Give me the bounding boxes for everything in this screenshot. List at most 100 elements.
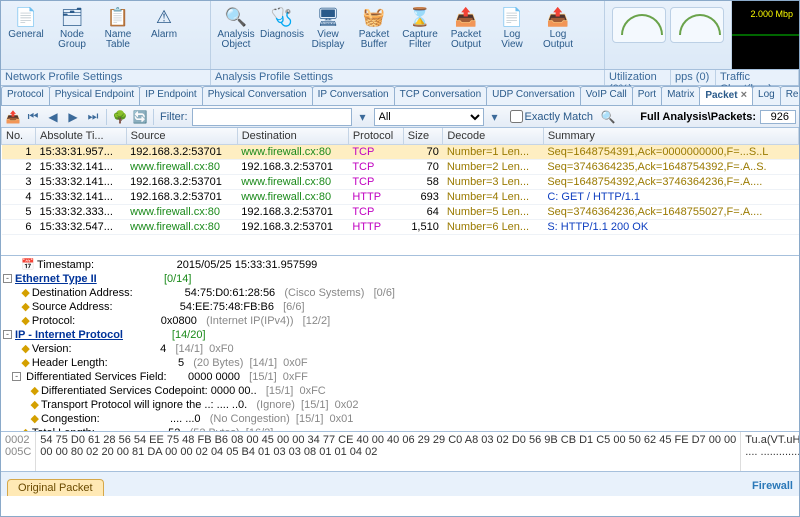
detail-row[interactable]: ◆Source Address: 54:EE:75:48:FB:B6 [6/6] xyxy=(3,300,797,314)
tab-voip-call[interactable]: VoIP Call xyxy=(580,86,633,105)
bottom-bar: Original Packet Firewall xyxy=(1,472,799,496)
name-table-icon: 📋 xyxy=(106,5,130,29)
tab-udp-conversation[interactable]: UDP Conversation xyxy=(486,86,581,105)
separator xyxy=(153,109,154,125)
hex-offset: 0002 005C xyxy=(1,432,36,471)
ribbon-footer: Network Profile Settings Analysis Profil… xyxy=(1,70,799,86)
table-row[interactable]: 215:33:32.141...www.firewall.cx:80192.16… xyxy=(2,160,799,175)
search-icon[interactable]: 🔍 xyxy=(599,108,617,126)
capture-filter-button[interactable]: ⌛CaptureFilter xyxy=(398,3,442,67)
utilization-gauge xyxy=(612,7,666,43)
packet-output-button[interactable]: 📤PacketOutput xyxy=(444,3,488,67)
nav-last-icon[interactable]: ⏭ xyxy=(84,108,102,126)
table-row[interactable]: 315:33:32.141...192.168.3.2:53701www.fir… xyxy=(2,175,799,190)
tab-tcp-conversation[interactable]: TCP Conversation xyxy=(394,86,488,105)
packet-count: 926 xyxy=(760,110,796,124)
refresh-icon[interactable]: 🔄 xyxy=(131,108,149,126)
tab-protocol[interactable]: Protocol xyxy=(1,86,50,105)
node-group-button[interactable]: 🗂NodeGroup xyxy=(50,3,94,67)
general-icon: 📄 xyxy=(14,5,38,29)
filter-apply-icon[interactable]: ▾ xyxy=(486,108,504,126)
log-view-button[interactable]: 📄LogView xyxy=(490,3,534,67)
stat-traffic: Traffic Chart(bps) xyxy=(716,70,799,85)
detail-row[interactable]: ◆Header Length: 5 (20 Bytes) [14/1] 0x0F xyxy=(3,356,797,370)
column-header[interactable]: Absolute Ti... xyxy=(36,128,127,145)
group-label-1: Network Profile Settings xyxy=(1,70,211,85)
view-tabs: ProtocolPhysical EndpointIP EndpointPhys… xyxy=(1,86,799,106)
tab-port[interactable]: Port xyxy=(632,86,662,105)
detail-row[interactable]: ◆Destination Address: 54:75:D0:61:28:56 … xyxy=(3,286,797,300)
tab-packet[interactable]: Packet× xyxy=(699,86,753,105)
detail-row[interactable]: -IP - Internet Protocol [14/20] xyxy=(3,328,797,342)
detail-row[interactable]: ◆Differentiated Services Codepoint: 0000… xyxy=(3,384,797,398)
toggle-icon[interactable]: - xyxy=(12,372,21,381)
filter-input[interactable] xyxy=(192,108,352,126)
packet-toolbar: 📤 ⏮ ◀ ▶ ⏭ 🌳 🔄 Filter: ▾ All ▾ Exactly Ma… xyxy=(1,106,799,128)
hex-bytes: 54 75 D0 61 28 56 54 EE 75 48 FB B6 08 0… xyxy=(36,432,741,471)
name-table-button[interactable]: 📋NameTable xyxy=(96,3,140,67)
detail-row[interactable]: ◆Protocol: 0x0800 (Internet IP(IPv4)) [1… xyxy=(3,314,797,328)
tab-physical-conversation[interactable]: Physical Conversation xyxy=(202,86,313,105)
packet-detail-tree[interactable]: 📅Timestamp: 2015/05/25 15:33:31.957599 -… xyxy=(1,256,799,432)
column-header[interactable]: Summary xyxy=(543,128,798,145)
tree-icon[interactable]: 🌳 xyxy=(111,108,129,126)
filter-label: Filter: xyxy=(158,111,190,123)
packet-grid[interactable]: No.Absolute Ti...SourceDestinationProtoc… xyxy=(1,128,799,256)
detail-row[interactable]: -Differentiated Services Field: 0000 000… xyxy=(3,370,797,384)
table-row[interactable]: 415:33:32.141...192.168.3.2:53701www.fir… xyxy=(2,190,799,205)
log-output-icon: 📤 xyxy=(546,5,570,29)
detail-row[interactable]: ◆Congestion: .... ...0 (No Congestion) [… xyxy=(3,412,797,426)
ribbon: 📄General🗂NodeGroup📋NameTable⚠Alarm 🔍Analy… xyxy=(1,1,799,70)
detail-row[interactable]: ◆Version: 4 [14/1] 0xF0 xyxy=(3,342,797,356)
column-header[interactable]: Destination xyxy=(237,128,348,145)
stat-pps: pps (0) xyxy=(671,70,716,85)
analysis-object-icon: 🔍 xyxy=(224,5,248,29)
alarm-button[interactable]: ⚠Alarm xyxy=(142,3,186,67)
toggle-icon[interactable]: - xyxy=(3,330,12,339)
tab-matrix[interactable]: Matrix xyxy=(661,86,700,105)
column-header[interactable]: Decode xyxy=(443,128,543,145)
packet-output-icon: 📤 xyxy=(454,5,478,29)
hex-view[interactable]: 0002 005C 54 75 D0 61 28 56 54 EE 75 48 … xyxy=(1,432,799,472)
close-icon: × xyxy=(741,89,747,101)
separator xyxy=(106,109,107,125)
diagnosis-button[interactable]: 🩺Diagnosis xyxy=(260,3,304,67)
view-display-icon: 🖥 xyxy=(316,5,340,29)
detail-row[interactable]: ◆Transport Protocol will ignore the ..: … xyxy=(3,398,797,412)
view-display-button[interactable]: 🖥ViewDisplay xyxy=(306,3,350,67)
traffic-chart: 2.000 Mbp xyxy=(732,1,799,69)
filter-dropdown-icon[interactable]: ▾ xyxy=(354,108,372,126)
tab-ip-conversation[interactable]: IP Conversation xyxy=(312,86,395,105)
column-header[interactable]: Size xyxy=(403,128,443,145)
analysis-object-button[interactable]: 🔍AnalysisObject xyxy=(214,3,258,67)
status-label: Full Analysis\Packets: xyxy=(640,111,756,123)
general-button[interactable]: 📄General xyxy=(4,3,48,67)
tab-log[interactable]: Log xyxy=(752,86,781,105)
column-header[interactable]: No. xyxy=(2,128,36,145)
nav-next-icon[interactable]: ▶ xyxy=(64,108,82,126)
tab-ip-endpoint[interactable]: IP Endpoint xyxy=(139,86,203,105)
filter-field-select[interactable]: All xyxy=(374,108,484,126)
pps-gauge xyxy=(670,7,724,43)
toggle-icon[interactable]: - xyxy=(3,274,12,283)
hex-ascii: Tu.a(VT.uH....E...4w.@.@...........V....… xyxy=(741,432,799,471)
nav-first-icon[interactable]: ⏮ xyxy=(24,108,42,126)
column-header[interactable]: Source xyxy=(126,128,237,145)
packet-buffer-icon: 🧺 xyxy=(362,5,386,29)
table-row[interactable]: 615:33:32.547...www.firewall.cx:80192.16… xyxy=(2,220,799,235)
table-row[interactable]: 515:33:32.333...www.firewall.cx:80192.16… xyxy=(2,205,799,220)
detail-row[interactable]: 📅Timestamp: 2015/05/25 15:33:31.957599 xyxy=(3,258,797,272)
export-icon[interactable]: 📤 xyxy=(4,108,22,126)
detail-row[interactable]: -Ethernet Type II [0/14] xyxy=(3,272,797,286)
exact-match-checkbox[interactable]: Exactly Match xyxy=(510,110,593,123)
stat-util: Utilization (0%) xyxy=(605,70,671,85)
log-output-button[interactable]: 📤LogOutput xyxy=(536,3,580,67)
table-row[interactable]: 115:33:31.957...192.168.3.2:53701www.fir… xyxy=(2,145,799,160)
tab-original-packet[interactable]: Original Packet xyxy=(7,479,104,496)
log-view-icon: 📄 xyxy=(500,5,524,29)
packet-buffer-button[interactable]: 🧺PacketBuffer xyxy=(352,3,396,67)
tab-re[interactable]: Re xyxy=(780,86,799,105)
nav-prev-icon[interactable]: ◀ xyxy=(44,108,62,126)
tab-physical-endpoint[interactable]: Physical Endpoint xyxy=(49,86,141,105)
column-header[interactable]: Protocol xyxy=(348,128,403,145)
